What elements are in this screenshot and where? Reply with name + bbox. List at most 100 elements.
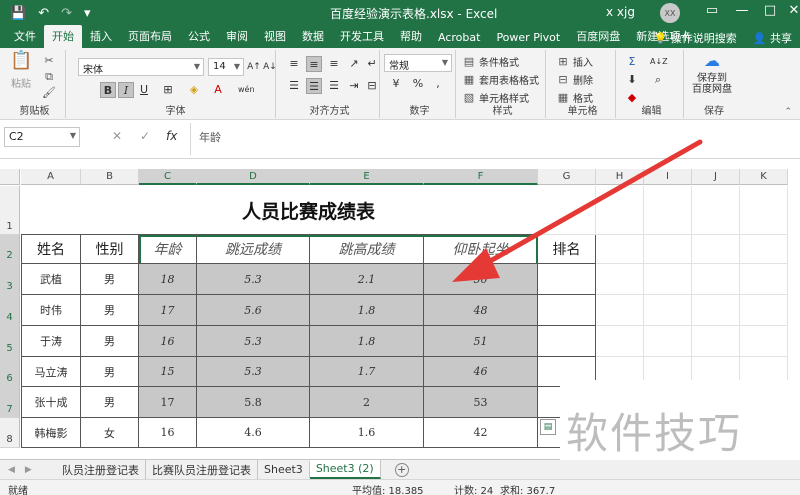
- sheet-title-cell[interactable]: 人员比赛成绩表: [21, 186, 596, 235]
- customize-qa-icon[interactable]: ▾: [84, 6, 91, 21]
- paste-button[interactable]: 📋 粘贴: [10, 52, 32, 91]
- save-to-baidu-button[interactable]: ☁ 保存到 百度网盘: [692, 53, 732, 96]
- table-cell[interactable]: 1.6: [310, 418, 424, 448]
- align-left-icon[interactable]: ☰: [286, 78, 302, 94]
- autosum-button[interactable]: Σ: [624, 54, 640, 70]
- collapse-ribbon-icon[interactable]: ⌃: [784, 107, 792, 117]
- empty-cell[interactable]: [644, 326, 692, 357]
- row-header-1[interactable]: 1: [0, 186, 20, 235]
- align-top-icon[interactable]: ≡: [286, 56, 302, 72]
- table-cell[interactable]: [538, 326, 596, 357]
- sort-filter-button[interactable]: A↓Z: [650, 54, 668, 70]
- empty-cell[interactable]: [644, 186, 692, 235]
- phonetic-button[interactable]: wén: [238, 82, 255, 98]
- table-cell[interactable]: 5.6: [197, 295, 310, 326]
- table-cell[interactable]: 女: [81, 418, 139, 448]
- column-header-f[interactable]: F: [424, 169, 538, 185]
- table-header-cell[interactable]: 年龄: [139, 235, 197, 264]
- ribbon-tab-1[interactable]: 开始: [44, 25, 82, 48]
- table-header-cell[interactable]: 性别: [81, 235, 139, 264]
- align-center-icon[interactable]: ☰: [306, 78, 322, 94]
- formula-input[interactable]: 年龄: [190, 123, 796, 155]
- ribbon-tab-10[interactable]: Acrobat: [430, 28, 488, 48]
- table-cell[interactable]: 男: [81, 387, 139, 418]
- ribbon-tab-0[interactable]: 文件: [6, 25, 44, 48]
- table-cell[interactable]: 男: [81, 357, 139, 387]
- cancel-icon[interactable]: ✕: [112, 129, 122, 143]
- cut-icon[interactable]: ✂: [42, 54, 56, 68]
- bold-button[interactable]: B: [100, 82, 116, 98]
- table-cell[interactable]: 51: [424, 326, 538, 357]
- table-header-cell[interactable]: 跳远成绩: [197, 235, 310, 264]
- table-cell[interactable]: 17: [139, 387, 197, 418]
- empty-cell[interactable]: [644, 264, 692, 295]
- align-bottom-icon[interactable]: ≡: [326, 56, 342, 72]
- column-header-d[interactable]: D: [197, 169, 310, 185]
- table-header-cell[interactable]: 姓名: [21, 235, 81, 264]
- maximize-button[interactable]: □: [760, 3, 780, 18]
- row-header-7[interactable]: 7: [0, 387, 20, 418]
- user-name[interactable]: x xjg: [606, 5, 635, 19]
- ribbon-tab-5[interactable]: 审阅: [218, 25, 256, 48]
- name-box[interactable]: C2 ▼: [4, 127, 80, 147]
- row-header-8[interactable]: 8: [0, 418, 20, 448]
- insert-cells-button[interactable]: ⊞ 插入: [556, 54, 593, 70]
- column-header-j[interactable]: J: [692, 169, 740, 185]
- empty-cell[interactable]: [692, 235, 740, 264]
- minimize-button[interactable]: —: [732, 3, 752, 18]
- empty-cell[interactable]: [596, 295, 644, 326]
- empty-cell[interactable]: [692, 295, 740, 326]
- underline-button[interactable]: U: [136, 82, 152, 98]
- table-cell[interactable]: 2: [310, 387, 424, 418]
- prev-sheet-icon[interactable]: ◀: [8, 465, 15, 475]
- find-select-button[interactable]: ⌕: [650, 72, 666, 88]
- ribbon-tab-12[interactable]: 百度网盘: [568, 25, 628, 48]
- empty-cell[interactable]: [692, 186, 740, 235]
- table-cell[interactable]: 于涛: [21, 326, 81, 357]
- ribbon-tab-6[interactable]: 视图: [256, 25, 294, 48]
- table-cell[interactable]: 张十成: [21, 387, 81, 418]
- insert-function-icon[interactable]: fx: [166, 129, 177, 143]
- table-cell[interactable]: 5.3: [197, 357, 310, 387]
- empty-cell[interactable]: [692, 326, 740, 357]
- row-header-2[interactable]: 2: [0, 235, 20, 264]
- table-header-cell[interactable]: 排名: [538, 235, 596, 264]
- ribbon-tab-4[interactable]: 公式: [180, 25, 218, 48]
- empty-cell[interactable]: [596, 235, 644, 264]
- empty-cell[interactable]: [596, 264, 644, 295]
- table-cell[interactable]: 50: [424, 264, 538, 295]
- ribbon-tab-8[interactable]: 开发工具: [332, 25, 392, 48]
- format-as-table-button[interactable]: ▦ 套用表格格式: [462, 72, 539, 88]
- tell-me-search[interactable]: 💡 操作说明搜索: [654, 30, 737, 46]
- ribbon-display-icon[interactable]: ▭: [702, 3, 722, 18]
- column-header-b[interactable]: B: [81, 169, 139, 185]
- add-sheet-button[interactable]: +: [394, 462, 409, 477]
- table-cell[interactable]: 男: [81, 295, 139, 326]
- column-header-h[interactable]: H: [596, 169, 644, 185]
- undo-icon[interactable]: ↶: [38, 6, 49, 21]
- empty-cell[interactable]: [644, 295, 692, 326]
- fill-color-icon[interactable]: ◈: [186, 82, 202, 98]
- empty-cell[interactable]: [740, 264, 788, 295]
- empty-cell[interactable]: [596, 326, 644, 357]
- border-icon[interactable]: ⊞: [160, 82, 176, 98]
- table-cell[interactable]: [538, 264, 596, 295]
- align-right-icon[interactable]: ☰: [326, 78, 342, 94]
- share-button[interactable]: 👤 共享: [753, 30, 792, 46]
- shrink-font-button[interactable]: A↓: [262, 59, 278, 75]
- table-cell[interactable]: 46: [424, 357, 538, 387]
- column-header-a[interactable]: A: [21, 169, 81, 185]
- sheet-tab-2[interactable]: Sheet3: [258, 461, 310, 478]
- table-cell[interactable]: 5.8: [197, 387, 310, 418]
- table-cell[interactable]: 时伟: [21, 295, 81, 326]
- font-color-icon[interactable]: A: [210, 82, 226, 98]
- conditional-format-button[interactable]: ▤ 条件格式: [462, 54, 519, 70]
- indent-icon[interactable]: ⇥: [346, 78, 362, 94]
- row-header-6[interactable]: 6: [0, 357, 20, 387]
- table-cell[interactable]: 16: [139, 326, 197, 357]
- table-cell[interactable]: 男: [81, 326, 139, 357]
- currency-icon[interactable]: ¥: [388, 76, 404, 92]
- table-cell[interactable]: 5.3: [197, 326, 310, 357]
- column-header-c[interactable]: C: [139, 169, 197, 185]
- ribbon-tab-9[interactable]: 帮助: [392, 25, 430, 48]
